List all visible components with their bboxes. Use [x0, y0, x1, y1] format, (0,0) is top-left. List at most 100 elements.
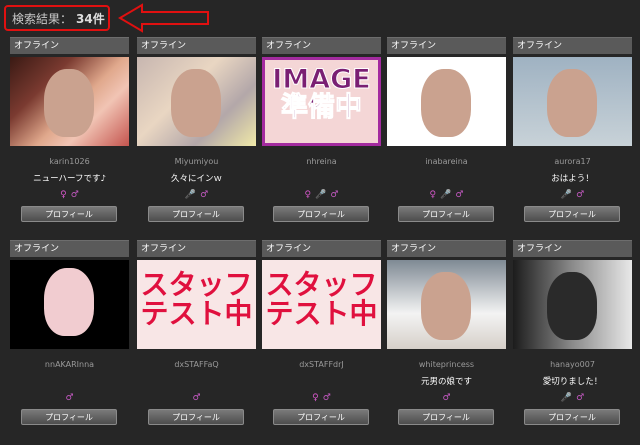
placeholder-text: スタッフ テスト中: [137, 260, 256, 329]
profile-photo[interactable]: IMAGE 準備中: [262, 57, 381, 146]
user-card[interactable]: オフライン IMAGE 準備中 nhreina ♀ 🎤 ♂ プロフィール: [262, 37, 381, 235]
profile-button[interactable]: プロフィール: [524, 206, 620, 222]
placeholder-text: スタッフ テスト中: [262, 260, 381, 329]
photo-subject: [44, 69, 94, 137]
user-icons: ♂: [137, 393, 256, 403]
mic-icon: 🎤: [560, 393, 573, 403]
photo-subject: [547, 272, 597, 340]
user-name[interactable]: inabareina: [387, 157, 506, 166]
user-card[interactable]: オフライン Miyumiyou 久々にインｗ 🎤 ♂ プロフィール: [137, 37, 256, 235]
male-icon: ♂: [455, 190, 464, 200]
result-label: 検索結果：: [12, 11, 73, 26]
user-card[interactable]: オフラインスタッフ テスト中 dxSTAFFaQ ♂ プロフィール: [137, 240, 256, 438]
placeholder-line: テスト中: [140, 297, 253, 331]
female-icon: ♀: [429, 190, 437, 200]
profile-button[interactable]: プロフィール: [273, 409, 369, 425]
status-label: オフライン: [137, 37, 256, 54]
mic-icon: 🎤: [184, 190, 197, 200]
photo-subject: [421, 69, 471, 137]
photo-subject: [421, 272, 471, 340]
status-label: オフライン: [513, 240, 632, 257]
user-name[interactable]: karin1026: [10, 157, 129, 166]
placeholder-line: IMAGE: [272, 64, 371, 95]
placeholder-text: IMAGE 準備中: [265, 60, 378, 123]
male-icon: ♂: [322, 393, 331, 403]
male-icon: ♂: [442, 393, 451, 403]
user-comment: ニューハーフです♪: [33, 174, 106, 184]
user-icons: ♂: [387, 393, 506, 403]
result-count: 34件: [76, 11, 105, 26]
profile-button[interactable]: プロフィール: [398, 409, 494, 425]
user-comment: 元男の娘です: [420, 377, 472, 387]
status-label: オフライン: [10, 240, 129, 257]
male-icon: ♂: [576, 190, 585, 200]
male-icon: ♂: [192, 393, 201, 403]
profile-photo[interactable]: [387, 57, 506, 146]
profile-photo[interactable]: [387, 260, 506, 349]
status-label: オフライン: [262, 240, 381, 257]
male-icon: ♂: [65, 393, 74, 403]
user-icons: ♀ ♂: [10, 190, 129, 200]
status-label: オフライン: [387, 240, 506, 257]
profile-photo[interactable]: [513, 260, 632, 349]
user-icons: 🎤 ♂: [513, 393, 632, 403]
male-icon: ♂: [330, 190, 339, 200]
placeholder-line: スタッフ: [265, 268, 378, 301]
profile-button[interactable]: プロフィール: [21, 409, 117, 425]
placeholder-line: スタッフ: [140, 268, 253, 301]
user-card[interactable]: オフライン karin1026 ニューハーフです♪ ♀ ♂ プロフィール: [10, 37, 129, 235]
user-icons: 🎤 ♂: [513, 190, 632, 200]
status-label: オフライン: [387, 37, 506, 54]
user-name[interactable]: dxSTAFFdrJ: [262, 360, 381, 369]
user-icons: 🎤 ♂: [137, 190, 256, 200]
user-icons: ♀ 🎤 ♂: [262, 190, 381, 200]
profile-photo[interactable]: [137, 57, 256, 146]
user-icons: ♀ 🎤 ♂: [387, 190, 506, 200]
user-name[interactable]: aurora17: [513, 157, 632, 166]
profile-button[interactable]: プロフィール: [524, 409, 620, 425]
male-icon: ♂: [70, 190, 79, 200]
mic-icon: 🎤: [440, 190, 452, 200]
female-icon: ♀: [304, 190, 312, 200]
search-result-count: 検索結果： 34件: [4, 5, 110, 31]
user-comment: 久々にインｗ: [170, 174, 222, 184]
status-label: オフライン: [10, 37, 129, 54]
status-label: オフライン: [262, 37, 381, 54]
profile-button[interactable]: プロフィール: [398, 206, 494, 222]
user-name[interactable]: whiteprincess: [387, 360, 506, 369]
profile-photo[interactable]: スタッフ テスト中: [262, 260, 381, 349]
profile-photo[interactable]: [10, 57, 129, 146]
profile-photo[interactable]: [10, 260, 129, 349]
mic-icon: 🎤: [315, 190, 327, 200]
profile-button[interactable]: プロフィール: [148, 409, 244, 425]
status-label: オフライン: [137, 240, 256, 257]
profile-button[interactable]: プロフィール: [273, 206, 369, 222]
profile-button[interactable]: プロフィール: [148, 206, 244, 222]
male-icon: ♂: [576, 393, 585, 403]
user-name[interactable]: nhreina: [262, 157, 381, 166]
female-icon: ♀: [60, 190, 67, 200]
user-card[interactable]: オフライン aurora17 おはよう！ 🎤 ♂ プロフィール: [513, 37, 632, 235]
placeholder-line: 準備中: [281, 92, 363, 124]
profile-button[interactable]: プロフィール: [21, 206, 117, 222]
user-icons: ♂: [10, 393, 129, 403]
user-name[interactable]: dxSTAFFaQ: [137, 360, 256, 369]
user-name[interactable]: hanayo007: [513, 360, 632, 369]
user-name[interactable]: nnAKARInna: [10, 360, 129, 369]
photo-subject: [171, 69, 221, 137]
user-card[interactable]: オフライン nnAKARInna ♂ プロフィール: [10, 240, 129, 438]
male-icon: ♂: [200, 190, 209, 200]
user-card[interactable]: オフラインスタッフ テスト中 dxSTAFFdrJ ♀ ♂ プロフィール: [262, 240, 381, 438]
user-card[interactable]: オフライン hanayo007 愛切りました！ 🎤 ♂ プロフィール: [513, 240, 632, 438]
female-icon: ♀: [312, 393, 319, 403]
user-comment: おはよう！: [551, 174, 594, 184]
user-card[interactable]: オフライン whiteprincess 元男の娘です ♂ プロフィール: [387, 240, 506, 438]
user-card[interactable]: オフライン inabareina ♀ 🎤 ♂ プロフィール: [387, 37, 506, 235]
photo-subject: [44, 268, 94, 336]
profile-photo[interactable]: スタッフ テスト中: [137, 260, 256, 349]
user-comment: 愛切りました！: [542, 377, 603, 387]
profile-photo[interactable]: [513, 57, 632, 146]
placeholder-line: テスト中: [265, 297, 378, 331]
mic-icon: 🎤: [560, 190, 573, 200]
user-name[interactable]: Miyumiyou: [137, 157, 256, 166]
